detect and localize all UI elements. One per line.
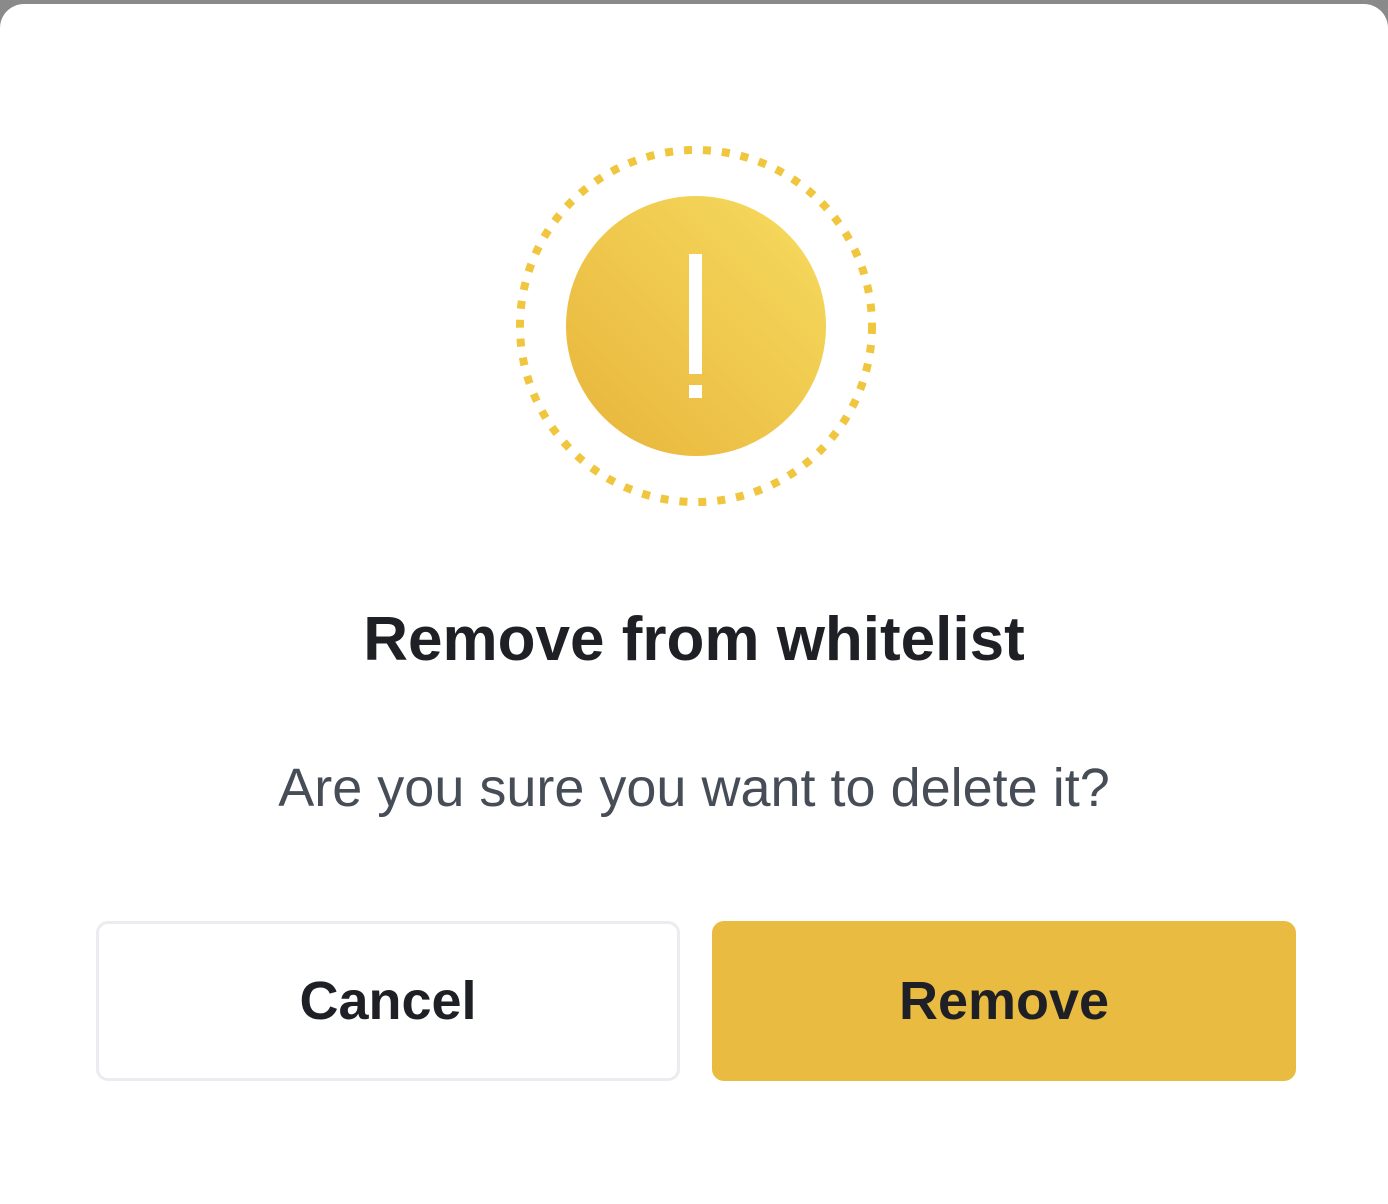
- cancel-button-label: Cancel: [299, 971, 477, 1031]
- warning-exclamation-icon: [514, 144, 878, 508]
- remove-button-label: Remove: [898, 971, 1110, 1031]
- remove-whitelist-dialog: Remove from whitelist Are you sure you w…: [0, 4, 1388, 1204]
- remove-button[interactable]: Remove: [712, 921, 1296, 1081]
- dialog-message: Are you sure you want to delete it?: [278, 758, 1110, 818]
- dialog-title: Remove from whitelist: [363, 605, 1025, 674]
- cancel-button[interactable]: Cancel: [96, 921, 680, 1081]
